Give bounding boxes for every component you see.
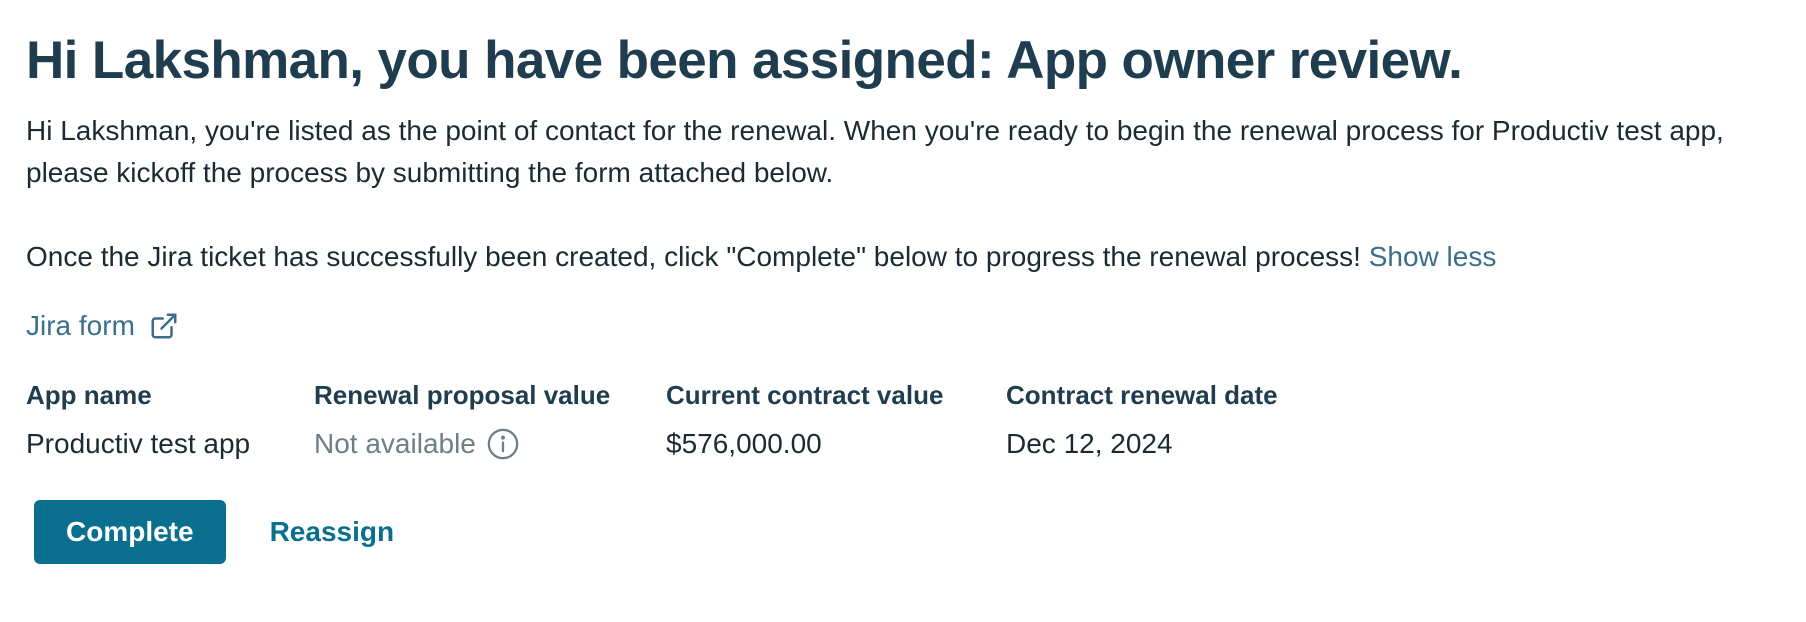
renewal-proposal-value: Not available	[314, 426, 666, 462]
show-less-link[interactable]: Show less	[1369, 241, 1497, 272]
jira-form-link[interactable]: Jira form	[26, 308, 179, 344]
complete-button[interactable]: Complete	[34, 500, 226, 564]
current-contract-label: Current contract value	[666, 380, 944, 410]
app-name-column: App name Productiv test app	[26, 378, 314, 462]
task-description: Hi Lakshman, you're listed as the point …	[26, 110, 1796, 278]
renewal-proposal-column: Renewal proposal value Not available	[314, 378, 666, 462]
renewal-date-label: Contract renewal date	[1006, 380, 1278, 410]
renewal-details: App name Productiv test app Renewal prop…	[26, 378, 1806, 462]
action-bar: Complete Reassign	[34, 500, 1806, 564]
page-title: Hi Lakshman, you have been assigned: App…	[26, 31, 1463, 90]
renewal-date-column: Contract renewal date Dec 12, 2024	[1006, 378, 1326, 462]
renewal-date-value: Dec 12, 2024	[1006, 428, 1173, 459]
task-card: Hi Lakshman, you have been assigned: App…	[0, 0, 1806, 622]
description-paragraph-2: Once the Jira ticket has successfully be…	[26, 236, 1796, 278]
renewal-proposal-label: Renewal proposal value	[314, 380, 611, 410]
reassign-button[interactable]: Reassign	[270, 516, 395, 548]
app-name-value: Productiv test app	[26, 428, 251, 459]
current-contract-value: $576,000.00	[666, 428, 822, 459]
jira-form-label: Jira form	[26, 310, 135, 341]
description-paragraph-1: Hi Lakshman, you're listed as the point …	[26, 115, 1724, 188]
info-icon[interactable]	[486, 427, 520, 461]
external-link-icon	[151, 313, 177, 339]
renewal-proposal-text: Not available	[314, 428, 476, 459]
description-paragraph-2-text: Once the Jira ticket has successfully be…	[26, 241, 1369, 272]
current-contract-column: Current contract value $576,000.00	[666, 378, 1006, 462]
app-name-label: App name	[26, 380, 152, 410]
